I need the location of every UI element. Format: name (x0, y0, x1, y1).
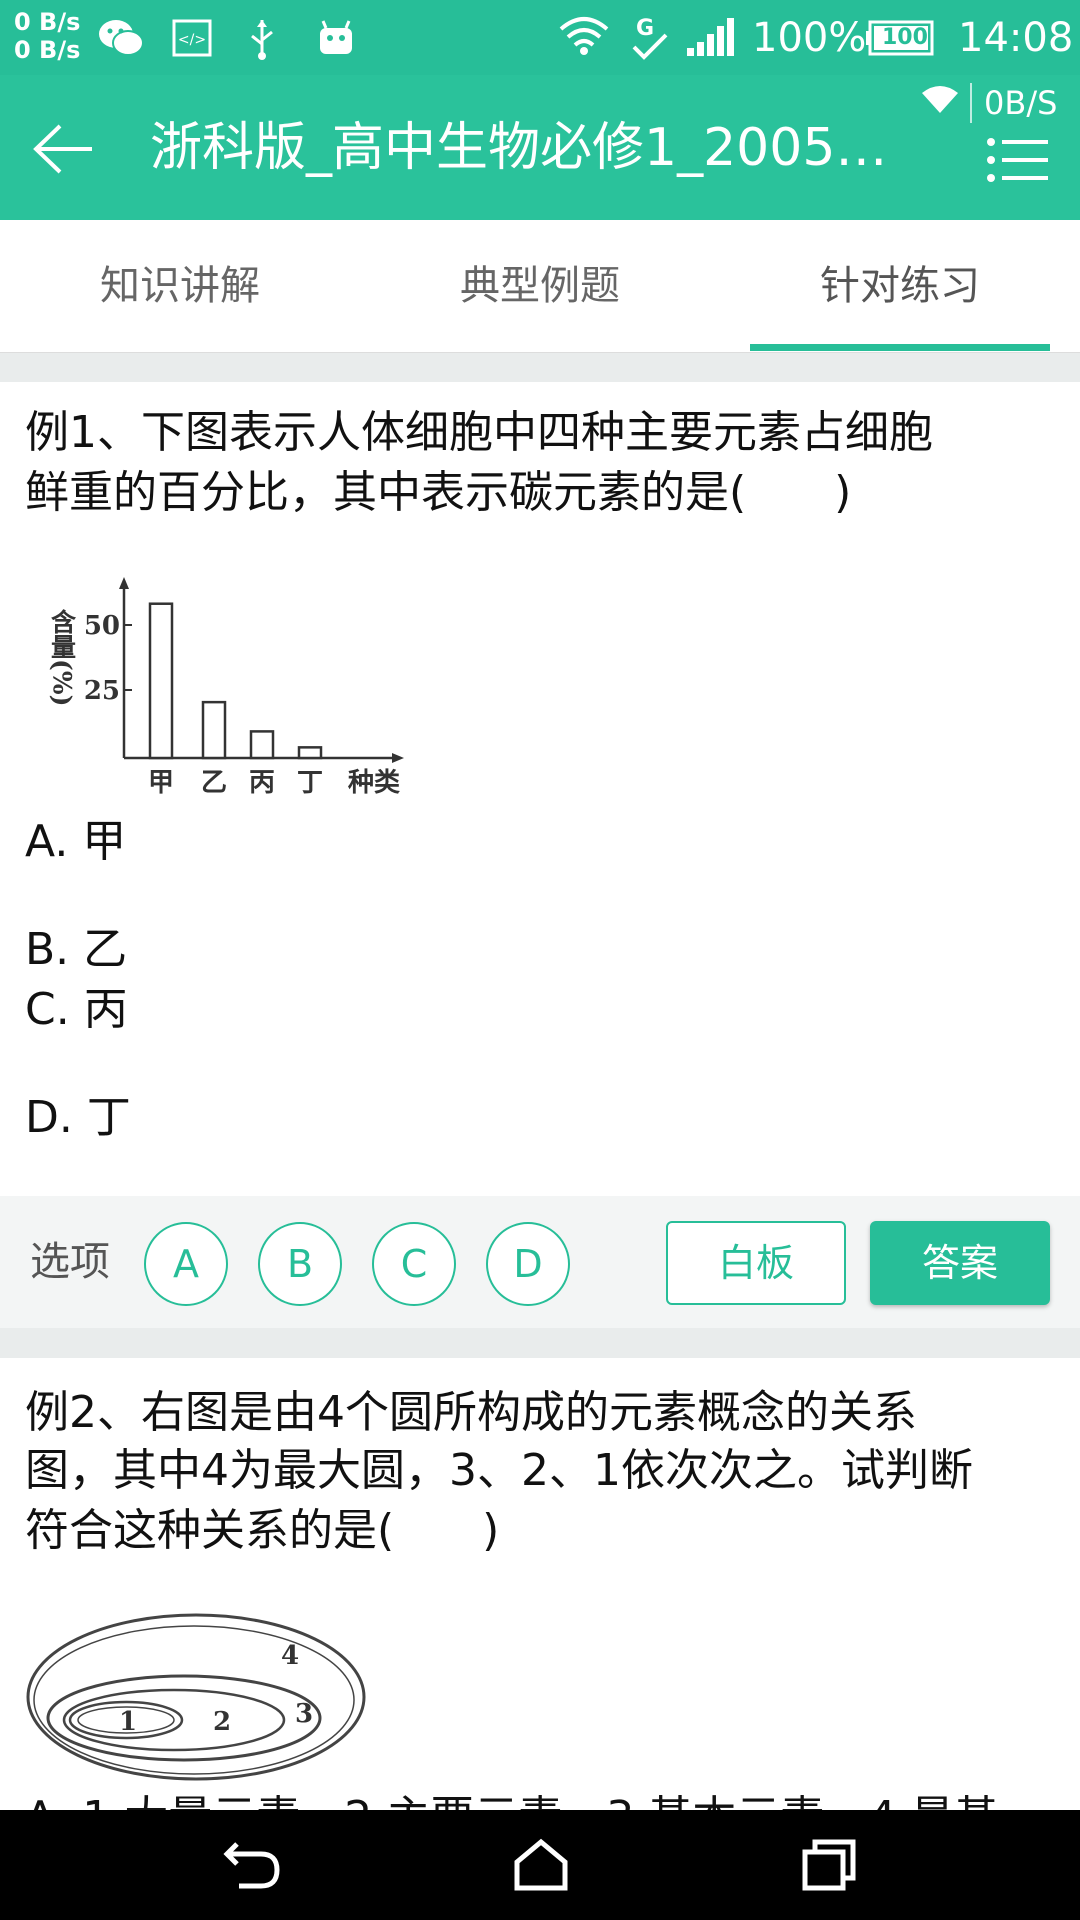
cell-signal-icon (684, 14, 736, 62)
x-category-label: 甲 (148, 768, 174, 798)
figure-label: 4 (281, 1641, 299, 1671)
x-axis-arrow (392, 753, 404, 763)
wifi-icon (556, 14, 612, 62)
battery-percent: 100% (752, 15, 867, 61)
question1-stem-line2: 鲜重的百分比，其中表示碳元素的是( ) (25, 467, 852, 518)
arrow-left-icon (33, 124, 92, 174)
net-up-speed: 0 B/s (14, 8, 81, 36)
x-axis-label: 种类 (348, 768, 400, 798)
status-bar: 0 B/s 0 B/s </> G 100% 100 14:08 (0, 0, 1080, 75)
choice-c-button[interactable]: C (372, 1222, 456, 1306)
tab-bar: 知识讲解 典型例题 针对练习 (0, 220, 1080, 352)
choice-a-button[interactable]: A (144, 1222, 228, 1306)
question2-stem-line1: 例2、右图是由4个圆所构成的元素概念的关系 (25, 1387, 917, 1438)
option-b[interactable]: B. 乙 (25, 920, 127, 980)
navigation-bar (0, 1810, 1080, 1920)
whiteboard-button[interactable]: 白板 (666, 1221, 846, 1305)
bar-乙 (201, 700, 227, 760)
x-category-label: 乙 (201, 768, 227, 798)
home-icon (514, 1838, 568, 1891)
figure-label: 2 (213, 1707, 231, 1737)
section-divider (0, 352, 1080, 382)
x-category-label: 丙 (249, 768, 275, 798)
signal-g-icon: G (628, 14, 672, 62)
back-icon (223, 1842, 280, 1889)
bar-group (148, 602, 323, 760)
bar-丙 (249, 730, 275, 760)
page-title: 浙科版_高中生物必修1_2005年... (150, 118, 930, 178)
option-c[interactable]: C. 丙 (25, 980, 128, 1040)
usb-icon (242, 14, 282, 62)
figure-label: 1 (119, 1707, 137, 1737)
answer-bar: 选项 A B C D 白板 答案 (0, 1196, 1080, 1328)
menu-button[interactable] (978, 125, 1058, 195)
battery-level: 100 (882, 25, 928, 50)
net-down-speed: 0 B/s (14, 36, 81, 64)
option-a[interactable]: A. 甲 (25, 812, 126, 872)
code-icon: </> (170, 14, 214, 62)
circle-4 (26, 1613, 366, 1781)
bar-丁 (297, 746, 323, 760)
app-bar: 浙科版_高中生物必修1_2005年... 0B/S (0, 75, 1080, 220)
nav-back-button[interactable] (208, 1830, 298, 1900)
active-tab-indicator (750, 344, 1050, 351)
option-d[interactable]: D. 丁 (25, 1088, 131, 1148)
battery-icon: 100 (866, 14, 936, 62)
x-category-label: 丁 (297, 768, 323, 798)
choice-b-button[interactable]: B (258, 1222, 342, 1306)
y-axis-arrow (119, 577, 129, 589)
nav-home-button[interactable] (496, 1830, 586, 1900)
section-divider (0, 1328, 1080, 1358)
back-button[interactable] (24, 109, 104, 189)
options-label: 选项 (30, 1239, 110, 1285)
divider (970, 83, 972, 123)
y-axis-label: 含量(%) (48, 608, 77, 706)
question2-stem-line2: 图，其中4为最大圆，3、2、1依次次之。试判断 (25, 1445, 973, 1496)
question2-stem-line3: 符合这种关系的是( ) (25, 1505, 500, 1556)
list-menu-icon (987, 138, 1048, 182)
figure-label: 3 (295, 1699, 313, 1729)
question1-stem-line1: 例1、下图表示人体细胞中四种主要元素占细胞 (25, 407, 933, 458)
svg-text:</>: </> (178, 32, 206, 48)
bar-甲 (148, 602, 174, 760)
circle-3 (46, 1674, 322, 1762)
tab-practice[interactable]: 针对练习 (720, 220, 1080, 352)
network-speed: 0 B/s 0 B/s (14, 8, 80, 64)
wifi-small-icon (922, 86, 958, 113)
tab-examples[interactable]: 典型例题 (360, 220, 720, 352)
speed-indicator: 0B/S (984, 84, 1058, 122)
choice-d-button[interactable]: D (486, 1222, 570, 1306)
question2-figure: 1 2 3 4 (24, 1612, 374, 1792)
question1-figure: 50 25 含量(%) 甲 乙 丙 丁 种类 (40, 575, 420, 810)
svg-text:G: G (636, 16, 654, 41)
recents-icon (802, 1839, 856, 1891)
tab-knowledge[interactable]: 知识讲解 (0, 220, 360, 352)
answer-button[interactable]: 答案 (870, 1221, 1050, 1305)
y-tick-label: 50 (84, 611, 120, 641)
wechat-icon (96, 14, 146, 62)
clock: 14:08 (958, 15, 1074, 61)
y-tick-label: 25 (84, 676, 120, 706)
nav-recents-button[interactable] (784, 1830, 874, 1900)
android-icon (314, 14, 358, 62)
